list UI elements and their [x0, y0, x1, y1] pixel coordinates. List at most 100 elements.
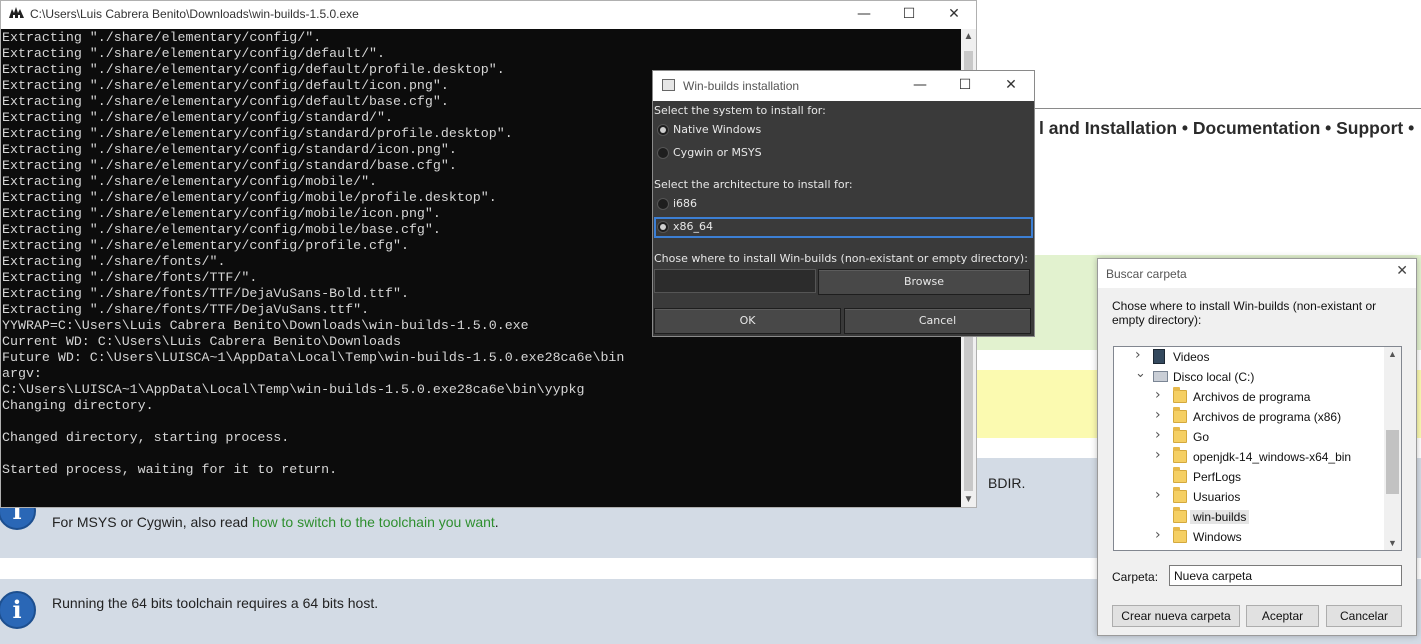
tree-item[interactable]: PerfLogs — [1114, 467, 1384, 487]
chevron-right-icon[interactable]: › — [1155, 447, 1161, 463]
new-folder-button[interactable]: Crear nueva carpeta — [1112, 605, 1240, 627]
radio-native-windows[interactable]: Native Windows — [654, 120, 1033, 141]
folder-browser-dialog: Buscar carpeta ✕ Chose where to install … — [1097, 258, 1417, 636]
maximize-button[interactable]: ☐ — [886, 1, 932, 29]
video-folder-icon — [1153, 349, 1165, 364]
console-title: C:\Users\Luis Cabrera Benito\Downloads\w… — [30, 7, 359, 21]
chevron-right-icon[interactable]: › — [1135, 347, 1141, 363]
cancel-button[interactable]: Cancel — [844, 308, 1031, 334]
wb-titlebar[interactable]: Win-builds installation — ☐ ✕ — [653, 71, 1034, 101]
folder-icon — [1173, 507, 1187, 523]
win-builds-dialog: Win-builds installation — ☐ ✕ Select the… — [652, 70, 1035, 337]
folder-icon — [1173, 447, 1187, 463]
folder-icon — [1173, 467, 1187, 483]
chevron-right-icon[interactable]: › — [1155, 407, 1161, 423]
console-titlebar[interactable]: C:\Users\Luis Cabrera Benito\Downloads\w… — [1, 1, 976, 29]
folder-icon — [1173, 387, 1187, 403]
folder-name-input[interactable]: Nueva carpeta — [1169, 565, 1402, 586]
tree-item-label: win-builds — [1190, 510, 1250, 524]
close-button[interactable]: ✕ — [931, 1, 977, 29]
tree-item[interactable]: › Archivos de programa — [1114, 387, 1384, 407]
console-line: argv: — [2, 366, 42, 381]
folder-icon — [1173, 427, 1187, 443]
radio-button[interactable] — [657, 147, 669, 159]
radio-label: Cygwin or MSYS — [673, 146, 762, 159]
tree-item-label: Archivos de programa — [1193, 390, 1311, 404]
scroll-down-icon[interactable]: ▼ — [1384, 538, 1401, 548]
cancel-button[interactable]: Cancelar — [1326, 605, 1402, 627]
console-line: Extracting "./share/elementary/config/de… — [2, 46, 386, 61]
tree-item[interactable]: › Go — [1114, 427, 1384, 447]
chevron-right-icon[interactable]: › — [1155, 387, 1161, 403]
minimize-button[interactable]: — — [841, 1, 887, 29]
folder-icon — [1173, 407, 1187, 423]
console-line: Changing directory. — [2, 398, 154, 413]
header-divider — [977, 108, 1421, 109]
info-icon: i — [0, 591, 36, 629]
folder-field-label: Carpeta: — [1112, 570, 1159, 584]
tree-item[interactable]: › openjdk-14_windows-x64_bin — [1114, 447, 1384, 467]
tree-item-label: Usuarios — [1193, 490, 1241, 504]
scroll-up-icon[interactable]: ▲ — [1384, 349, 1401, 359]
folder-dialog-description: Chose where to install Win-builds (non-e… — [1112, 299, 1377, 327]
browse-button[interactable]: Browse — [818, 269, 1030, 295]
radio-i686[interactable]: i686 — [654, 194, 1033, 215]
arch-label: Select the architecture to install for: — [654, 178, 853, 191]
tree-item-label: Videos — [1173, 350, 1210, 364]
tree-item[interactable]: › Archivos de programa (x86) — [1114, 407, 1384, 427]
install-dir-input[interactable] — [654, 269, 816, 293]
info-text-msys: For MSYS or Cygwin, also read how to swi… — [52, 514, 499, 530]
radio-label: Native Windows — [673, 123, 762, 136]
window-icon — [662, 79, 675, 91]
scroll-down-icon[interactable]: ▼ — [961, 494, 976, 505]
tree-item-label: Archivos de programa (x86) — [1193, 410, 1342, 424]
radio-x86-64[interactable]: x86_64 — [654, 217, 1033, 238]
tree-item-label: openjdk-14_windows-x64_bin — [1193, 450, 1352, 464]
tree-item[interactable]: win-builds — [1114, 507, 1384, 527]
chevron-down-icon[interactable]: ⌄ — [1135, 366, 1146, 381]
info-text-64bit: Running the 64 bits toolchain requires a… — [52, 595, 379, 611]
radio-button[interactable] — [657, 198, 669, 210]
folder-icon — [1173, 487, 1187, 503]
tree-item[interactable]: ⌄ Disco local (C:) — [1114, 366, 1384, 387]
close-button[interactable]: ✕ — [1396, 263, 1408, 279]
chevron-right-icon[interactable]: › — [1155, 487, 1161, 503]
tree-item-label: Go — [1193, 430, 1210, 444]
close-button[interactable]: ✕ — [988, 72, 1034, 100]
scroll-up-icon[interactable]: ▲ — [961, 31, 976, 42]
folder-dialog-titlebar[interactable]: Buscar carpeta ✕ — [1098, 259, 1416, 288]
minimize-button[interactable]: — — [897, 72, 943, 100]
info-text-prefix: For MSYS or Cygwin, also read — [52, 514, 252, 530]
info-text-suffix: . — [494, 514, 499, 530]
console-line: Started process, waiting for it to retur… — [2, 462, 338, 477]
radio-label: i686 — [673, 197, 698, 210]
toolchain-link[interactable]: how to switch to the toolchain you want — [252, 514, 495, 530]
tree-item[interactable]: › Windows — [1114, 527, 1384, 547]
radio-button-checked[interactable] — [657, 124, 669, 136]
scroll-thumb[interactable] — [1386, 430, 1399, 494]
radio-label: x86_64 — [673, 220, 714, 233]
folder-tree[interactable]: › Videos ⌄ Disco local (C:) › Archivos de pro… — [1113, 346, 1402, 551]
chevron-right-icon[interactable]: › — [1155, 527, 1161, 543]
console-line: Extracting "./share/elementary/config/". — [2, 30, 322, 45]
tree-item[interactable]: › Usuarios — [1114, 487, 1384, 507]
tree-item-label: Disco local (C:) — [1173, 370, 1255, 384]
tree-item[interactable]: › Videos — [1114, 347, 1384, 367]
maximize-button[interactable]: ☐ — [942, 72, 988, 100]
accept-button[interactable]: Aceptar — [1246, 605, 1319, 627]
folder-icon — [1173, 527, 1187, 543]
tree-item-label: PerfLogs — [1193, 470, 1242, 484]
folder-tree-scrollbar[interactable]: ▲ ▼ — [1384, 347, 1401, 550]
site-navigation[interactable]: l and Installation • Documentation • Sup… — [1039, 118, 1414, 139]
radio-cygwin-msys[interactable]: Cygwin or MSYS — [654, 143, 1033, 164]
console-line: Future WD: C:\Users\LUISCA~1\AppData\Loc… — [2, 350, 625, 365]
folder-dialog-title: Buscar carpeta — [1106, 267, 1187, 281]
chevron-right-icon[interactable]: › — [1155, 427, 1161, 443]
drive-icon — [1153, 371, 1168, 382]
tree-item-label: Windows — [1193, 530, 1242, 544]
ok-button[interactable]: OK — [654, 308, 841, 334]
console-app-icon — [8, 6, 25, 24]
radio-button-checked[interactable] — [657, 221, 669, 233]
